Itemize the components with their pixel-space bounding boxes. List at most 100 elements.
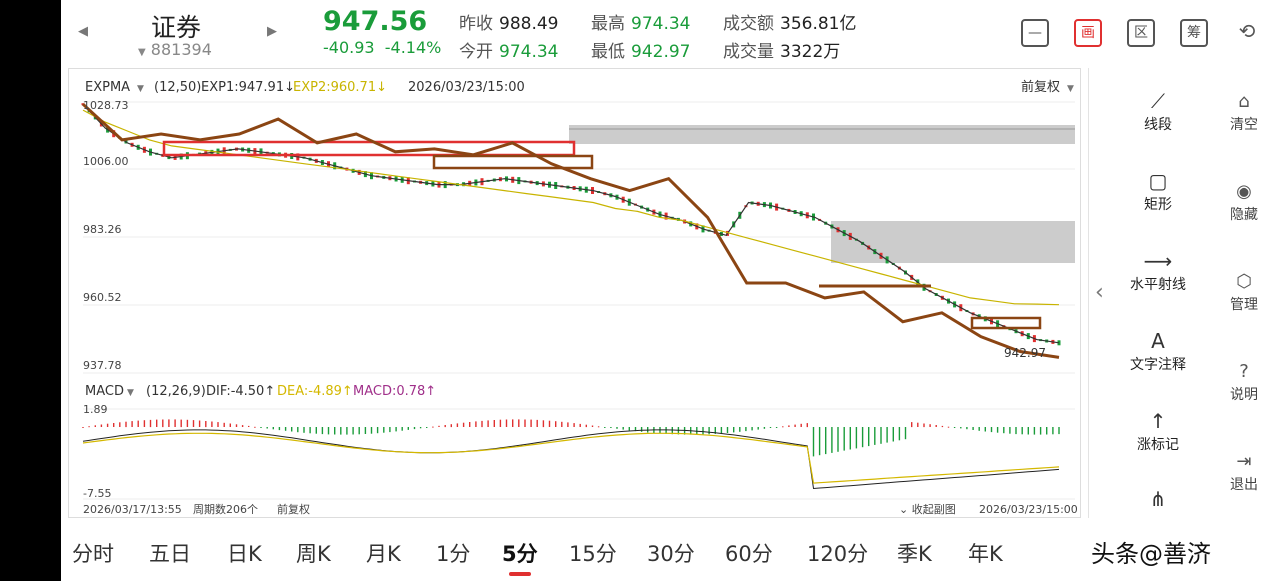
stock-code-selector[interactable]: ▼ 881394 bbox=[138, 40, 212, 59]
last-price: 947.56 bbox=[323, 6, 428, 37]
high: 最高 974.34 bbox=[591, 9, 690, 34]
macd-bar bbox=[604, 427, 606, 428]
macd-bar bbox=[131, 421, 133, 427]
prev-stock-icon[interactable]: ◀ bbox=[78, 24, 88, 39]
macd-bar bbox=[156, 419, 158, 427]
collapse-subchart[interactable]: ⌄ 收起副图 bbox=[899, 502, 956, 516]
tool-label: 线段 bbox=[1144, 117, 1172, 133]
minus-box-icon[interactable]: — bbox=[1021, 19, 1049, 47]
tab-5min[interactable]: 5分 bbox=[502, 538, 538, 568]
tool-label: 涨标记 bbox=[1137, 437, 1179, 453]
macd-bar bbox=[315, 427, 317, 434]
low-label: 最低 bbox=[591, 42, 625, 62]
change-pct: -4.14% bbox=[384, 38, 442, 57]
macd-y-top: 1.89 bbox=[83, 403, 108, 416]
draw-icon[interactable]: 画 bbox=[1074, 19, 1102, 47]
tab-15min[interactable]: 15分 bbox=[569, 538, 617, 568]
macd-bar bbox=[1009, 427, 1011, 434]
macd-bar bbox=[241, 425, 244, 427]
indicator-params: (12,50) bbox=[154, 80, 201, 95]
macd-bar bbox=[800, 423, 802, 427]
macd-bar bbox=[168, 419, 170, 427]
adjust-mode[interactable]: 前复权 bbox=[1021, 79, 1060, 95]
volume-value: 3322万 bbox=[780, 42, 841, 62]
indicator-dropdown-icon[interactable]: ▼ bbox=[137, 84, 144, 94]
macd-bar bbox=[1021, 427, 1023, 435]
adjust-dropdown-icon[interactable]: ▼ bbox=[1067, 84, 1074, 94]
macd-bar bbox=[751, 427, 753, 431]
tool-more[interactable]: ⋔ bbox=[1121, 486, 1195, 512]
macd-bar bbox=[996, 427, 999, 433]
action-manage[interactable]: ⬡ 管理 bbox=[1214, 270, 1274, 314]
kline-chart[interactable]: 1028.73 1006.00 983.26 960.52 937.78 942… bbox=[69, 69, 1080, 517]
tab-fenshi[interactable]: 分时 bbox=[72, 538, 114, 568]
tool-label: 水平射线 bbox=[1130, 277, 1186, 293]
chip-icon[interactable]: 筹 bbox=[1180, 19, 1208, 47]
rotate-screen-icon[interactable]: ⟲ bbox=[1233, 19, 1261, 47]
macd-bar bbox=[143, 420, 146, 427]
macd-dropdown-icon[interactable]: ▼ bbox=[127, 388, 134, 398]
macd-bar bbox=[512, 419, 514, 427]
indicator-name[interactable]: EXPMA bbox=[85, 80, 130, 95]
macd-bar bbox=[100, 424, 103, 427]
adjust-bottom: 前复权 bbox=[277, 502, 310, 516]
macd-bar bbox=[432, 426, 434, 428]
action-help[interactable]: ? 说明 bbox=[1214, 360, 1274, 404]
macd-bar bbox=[775, 427, 778, 428]
action-clear[interactable]: ⌂ 清空 bbox=[1214, 90, 1274, 134]
macd-bar bbox=[530, 419, 532, 427]
action-label: 退出 bbox=[1230, 477, 1258, 493]
macd-bar bbox=[266, 427, 268, 429]
tab-year-k[interactable]: 年K bbox=[968, 538, 1003, 568]
macd-bar bbox=[174, 419, 176, 427]
tab-5day[interactable]: 五日 bbox=[149, 538, 191, 568]
chart-area[interactable]: 1028.73 1006.00 983.26 960.52 937.78 942… bbox=[68, 68, 1081, 518]
macd-bar bbox=[855, 427, 858, 449]
watermark: 头条@善济 bbox=[1091, 540, 1211, 568]
macd-bar bbox=[106, 423, 109, 427]
tab-week-k[interactable]: 周K bbox=[296, 538, 331, 568]
zone-icon[interactable]: 区 bbox=[1127, 19, 1155, 47]
macd-bar bbox=[524, 419, 526, 427]
macd-bar bbox=[960, 427, 962, 429]
action-exit[interactable]: ⇥ 退出 bbox=[1214, 450, 1274, 494]
macd-bar bbox=[923, 423, 925, 428]
macd-bar bbox=[248, 425, 250, 427]
macd-bar bbox=[788, 425, 790, 427]
macd-bar bbox=[327, 427, 330, 435]
macd-bar bbox=[1039, 427, 1042, 435]
tab-30min[interactable]: 30分 bbox=[647, 538, 695, 568]
exit-icon: ⇥ bbox=[1236, 451, 1252, 472]
macd-bar bbox=[898, 427, 901, 441]
macd-bar bbox=[616, 427, 618, 429]
macd-bar bbox=[499, 419, 502, 427]
tool-text[interactable]: A 文字注释 bbox=[1121, 328, 1195, 374]
collapse-toolbar-icon[interactable]: ‹ bbox=[1095, 280, 1104, 305]
macd-bar bbox=[837, 427, 839, 452]
macd-bar bbox=[868, 427, 870, 447]
amount: 成交额 356.81亿 bbox=[723, 9, 856, 34]
tool-line-segment[interactable]: ⟋ 线段 bbox=[1121, 88, 1195, 134]
tool-horizontal-ray[interactable]: ⟶ 水平射线 bbox=[1121, 248, 1195, 294]
tool-rectangle[interactable]: ▢ 矩形 bbox=[1121, 168, 1195, 214]
macd-bar bbox=[469, 422, 471, 427]
up-arrow-icon: ↑ bbox=[1149, 409, 1167, 433]
macd-bar bbox=[438, 425, 440, 427]
action-hide[interactable]: ◉ 隐藏 bbox=[1214, 180, 1274, 224]
tab-day-k[interactable]: 日K bbox=[227, 538, 262, 568]
macd-bar bbox=[180, 419, 182, 428]
tab-60min[interactable]: 60分 bbox=[725, 538, 773, 568]
tool-up-mark[interactable]: ↑ 涨标记 bbox=[1121, 408, 1195, 454]
next-stock-icon[interactable]: ▶ bbox=[267, 24, 277, 39]
macd-bar bbox=[628, 427, 630, 431]
macd-bar bbox=[733, 427, 735, 433]
macd-name[interactable]: MACD bbox=[85, 384, 124, 399]
prev-close-value: 988.49 bbox=[499, 14, 559, 34]
macd-bar bbox=[487, 420, 489, 427]
macd-bar bbox=[505, 419, 508, 427]
tab-season-k[interactable]: 季K bbox=[897, 538, 932, 568]
open-value: 974.34 bbox=[499, 42, 559, 62]
tab-month-k[interactable]: 月K bbox=[366, 538, 401, 568]
tab-120min[interactable]: 120分 bbox=[807, 538, 868, 568]
tab-1min[interactable]: 1分 bbox=[436, 538, 470, 568]
